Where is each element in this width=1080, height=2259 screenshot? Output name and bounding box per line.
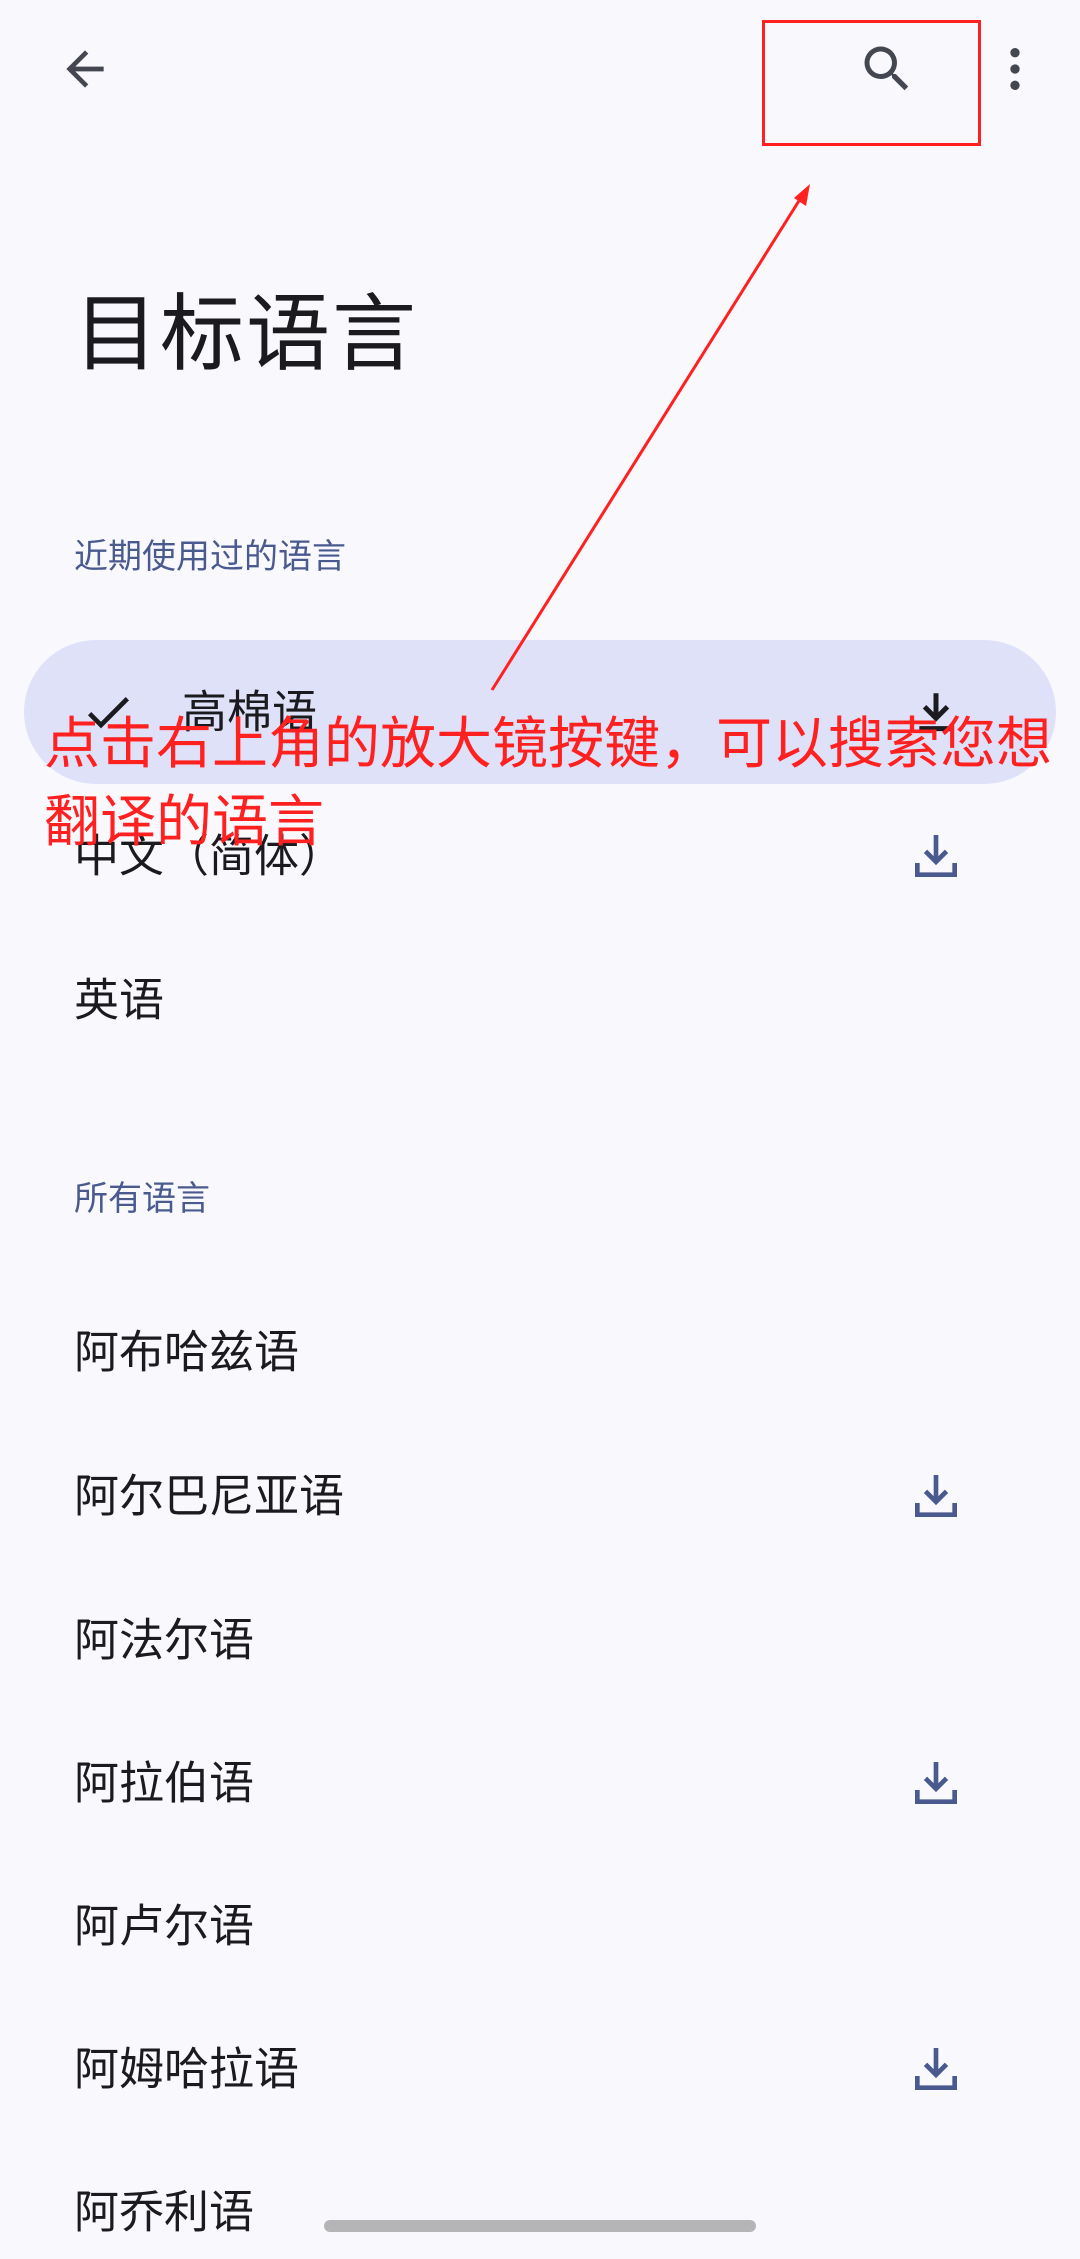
language-label: 阿法尔语 [74, 1613, 255, 1667]
language-item[interactable]: 阿法尔语 [0, 1568, 1080, 1712]
language-item[interactable]: 阿尔巴尼亚语 [0, 1424, 1080, 1568]
language-label: 阿布哈兹语 [74, 1325, 300, 1379]
language-item[interactable]: 阿乔利语 [0, 2140, 1080, 2259]
download-button[interactable] [906, 1753, 966, 1813]
download-button[interactable] [906, 1466, 966, 1526]
more-options-button[interactable] [975, 24, 1055, 114]
more-vertical-icon [1010, 48, 1020, 90]
language-item[interactable]: 中文（简体） [0, 784, 1080, 928]
download-icon [915, 835, 957, 877]
page-title: 目标语言 [74, 285, 419, 383]
home-indicator[interactable] [324, 2220, 756, 2232]
search-button[interactable] [842, 24, 932, 114]
language-label: 阿姆哈拉语 [74, 2042, 300, 2096]
language-item[interactable]: 阿卢尔语 [0, 1854, 1080, 1998]
language-item[interactable]: 阿布哈兹语 [0, 1280, 1080, 1424]
download-icon [915, 1762, 957, 1804]
download-icon [915, 1475, 957, 1517]
check-icon [78, 682, 138, 742]
language-label: 中文（简体） [74, 829, 345, 883]
language-item[interactable]: 阿拉伯语 [0, 1711, 1080, 1855]
downloaded-icon [906, 682, 966, 742]
download-button[interactable] [906, 2039, 966, 2099]
download-button[interactable] [906, 826, 966, 886]
arrow-left-icon [66, 50, 104, 88]
language-label: 英语 [74, 973, 165, 1027]
language-label: 阿卢尔语 [74, 1899, 255, 1953]
language-item[interactable]: 英语 [0, 928, 1080, 1072]
language-item-selected[interactable]: 高棉语 [24, 640, 1056, 784]
search-icon [864, 46, 909, 91]
section-header-recent: 近期使用过的语言 [74, 537, 346, 577]
language-label: 阿乔利语 [74, 2185, 255, 2239]
target-language-screen: 目标语言 近期使用过的语言 高棉语 中文（简体） 英语 所有语言 阿布哈兹语 阿… [0, 0, 1080, 2259]
back-button[interactable] [40, 24, 130, 114]
language-label: 高棉语 [182, 685, 318, 739]
language-label: 阿拉伯语 [74, 1756, 255, 1810]
download-icon [915, 2048, 957, 2090]
language-item[interactable]: 阿姆哈拉语 [0, 1997, 1080, 2141]
section-header-all: 所有语言 [74, 1179, 210, 1219]
language-label: 阿尔巴尼亚语 [74, 1469, 345, 1523]
